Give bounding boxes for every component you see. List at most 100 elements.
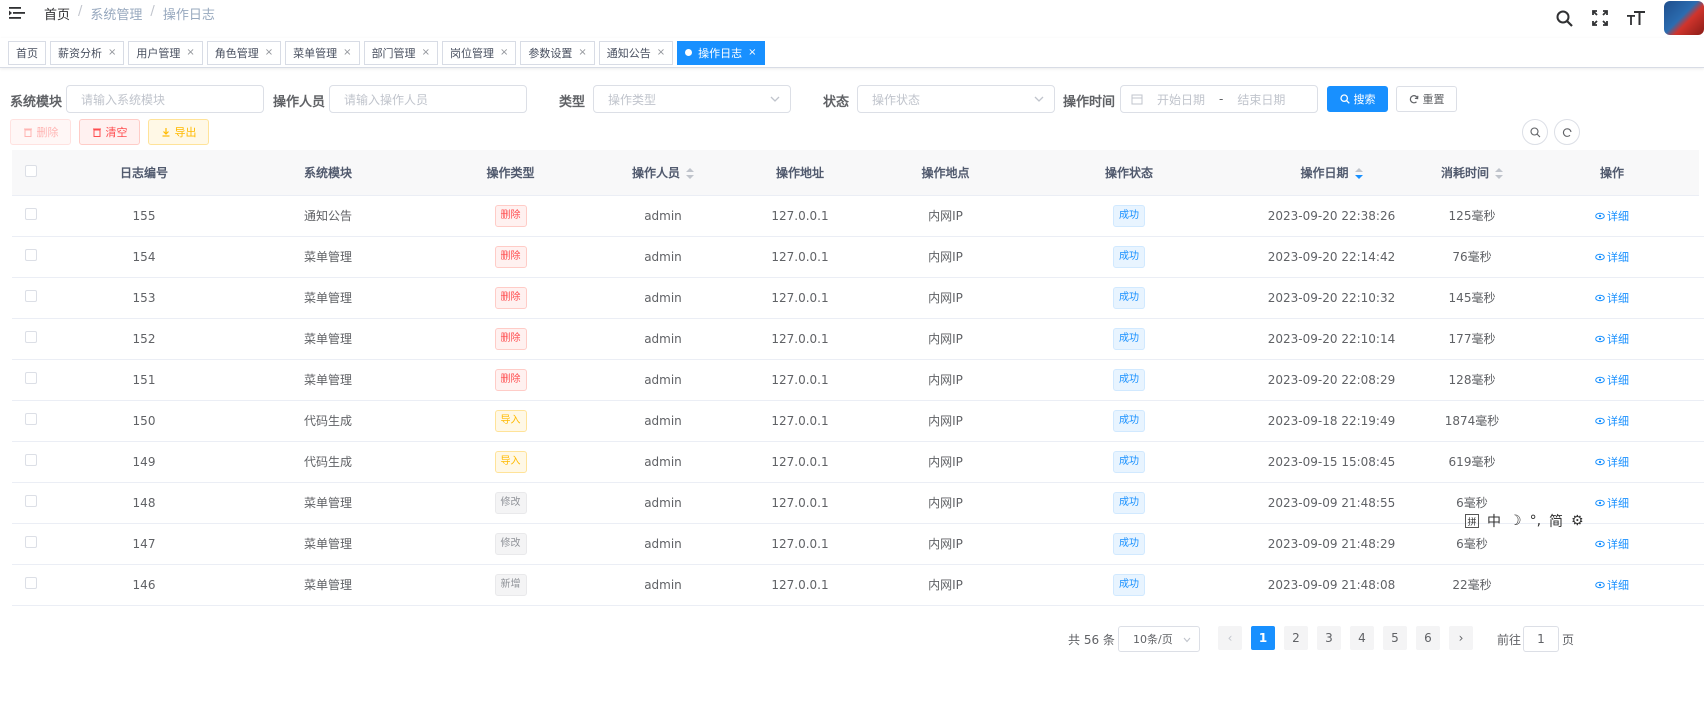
operator-input[interactable]: 请输入操作人员 [329, 85, 527, 113]
sort-desc-icon[interactable] [1354, 167, 1363, 179]
close-icon[interactable]: × [108, 47, 116, 58]
refresh-table-button[interactable] [1554, 119, 1580, 145]
detail-button[interactable]: 详细 [1595, 577, 1629, 593]
cell-operator: admin [603, 236, 723, 278]
page-3-button[interactable]: 3 [1317, 626, 1341, 650]
cell-type: 删除 [418, 277, 603, 319]
table-row[interactable]: 146 菜单管理 新增 admin 127.0.0.1 内网IP 成功 2023-09-09 … [12, 564, 1704, 606]
detail-button[interactable]: 详细 [1595, 331, 1629, 347]
module-input[interactable]: 请输入系统模块 [66, 85, 264, 113]
row-checkbox[interactable] [25, 249, 37, 261]
hamburger-icon[interactable] [8, 4, 26, 22]
close-icon[interactable]: × [265, 47, 273, 58]
detail-button[interactable]: 详细 [1595, 536, 1629, 552]
eye-icon [1595, 458, 1605, 465]
tag-notice[interactable]: 通知公告 × [598, 40, 674, 65]
table-row[interactable]: 150 代码生成 导入 admin 127.0.0.1 内网IP 成功 2023-09-18 … [12, 400, 1704, 442]
end-date-input[interactable]: 结束日期 [1237, 91, 1285, 108]
detail-button[interactable]: 详细 [1595, 495, 1629, 511]
eye-icon [1595, 540, 1605, 547]
status-select[interactable]: 操作状态 [857, 85, 1055, 113]
reset-button[interactable]: 重置 [1396, 86, 1457, 112]
font-size-icon[interactable] [1618, 3, 1654, 33]
row-checkbox[interactable] [25, 290, 37, 302]
col-operator[interactable]: 操作人员 [603, 150, 723, 196]
cell-location: 内网IP [877, 564, 1014, 606]
fullscreen-icon[interactable] [1582, 3, 1618, 33]
tag-user-management[interactable]: 用户管理 × [128, 40, 203, 65]
detail-button[interactable]: 详细 [1595, 290, 1629, 306]
start-date-input[interactable]: 开始日期 [1157, 91, 1205, 108]
ime-moon-icon[interactable]: ☽ [1509, 513, 1522, 529]
toggle-search-button[interactable] [1522, 119, 1548, 145]
row-checkbox[interactable] [25, 495, 37, 507]
tag-home[interactable]: 首页 [8, 40, 46, 65]
close-icon[interactable]: × [343, 47, 351, 58]
row-checkbox[interactable] [25, 454, 37, 466]
search-button[interactable]: 搜索 [1327, 86, 1388, 112]
close-icon[interactable]: × [748, 47, 756, 58]
delete-button[interactable]: 删除 [10, 119, 71, 145]
table-row[interactable]: 153 菜单管理 删除 admin 127.0.0.1 内网IP 成功 2023-09-20 … [12, 277, 1704, 319]
tag-dept-management[interactable]: 部门管理 × [363, 40, 438, 65]
sort-icon[interactable] [686, 167, 694, 179]
tag-config-settings[interactable]: 参数设置 × [520, 40, 595, 65]
table-row[interactable]: 151 菜单管理 删除 admin 127.0.0.1 内网IP 成功 2023-09-20 … [12, 359, 1704, 401]
row-checkbox[interactable] [25, 536, 37, 548]
col-cost[interactable]: 消耗时间 [1419, 150, 1525, 196]
close-icon[interactable]: × [422, 47, 430, 58]
page-size-select[interactable]: 10条/页 [1118, 626, 1200, 652]
export-button[interactable]: 导出 [148, 119, 209, 145]
table-row[interactable]: 152 菜单管理 删除 admin 127.0.0.1 内网IP 成功 2023-09-20 … [12, 318, 1704, 360]
close-icon[interactable]: × [500, 47, 508, 58]
select-all-checkbox[interactable] [25, 164, 37, 177]
ime-pinyin-icon[interactable]: 拼 [1465, 514, 1479, 528]
tag-role-management[interactable]: 角色管理 × [206, 40, 282, 65]
detail-button[interactable]: 详细 [1595, 454, 1629, 470]
search-icon[interactable] [1546, 3, 1582, 33]
ime-simplified[interactable]: 简 [1549, 511, 1563, 531]
sort-icon[interactable] [1495, 167, 1503, 179]
close-icon[interactable]: × [657, 47, 665, 58]
download-icon [162, 128, 169, 137]
table-row[interactable]: 147 菜单管理 修改 admin 127.0.0.1 内网IP 成功 2023-09-09 … [12, 523, 1704, 565]
row-checkbox[interactable] [25, 372, 37, 384]
page-1-button[interactable]: 1 [1251, 626, 1275, 650]
close-icon[interactable]: × [186, 47, 194, 58]
row-checkbox[interactable] [25, 208, 37, 220]
tag-post-management[interactable]: 岗位管理 × [441, 40, 517, 65]
page-5-button[interactable]: 5 [1383, 626, 1407, 650]
ime-punctuation[interactable]: °, [1530, 513, 1541, 529]
avatar[interactable] [1664, 1, 1704, 35]
ime-settings-icon[interactable]: ⚙ [1571, 513, 1584, 529]
tag-menu-management[interactable]: 菜单管理 × [285, 40, 360, 65]
detail-button[interactable]: 详细 [1595, 208, 1629, 224]
col-actions: 操作 [1525, 150, 1699, 196]
col-date[interactable]: 操作日期 [1244, 150, 1419, 196]
tag-operlog-active[interactable]: 操作日志 × [677, 40, 765, 65]
next-page-button[interactable]: › [1449, 626, 1473, 650]
clear-button[interactable]: 清空 [79, 119, 140, 145]
row-checkbox[interactable] [25, 577, 37, 589]
page-6-button[interactable]: 6 [1416, 626, 1440, 650]
type-select[interactable]: 操作类型 [593, 85, 791, 113]
detail-button[interactable]: 详细 [1595, 413, 1629, 429]
ime-chinese-mode[interactable]: 中 [1487, 511, 1501, 531]
breadcrumb-home[interactable]: 首页 [44, 4, 70, 23]
prev-page-button[interactable]: ‹ [1218, 626, 1242, 650]
table-row[interactable]: 155 通知公告 删除 admin 127.0.0.1 内网IP 成功 2023-09-20 … [12, 195, 1704, 237]
date-range-picker[interactable]: 开始日期 - 结束日期 [1120, 85, 1318, 113]
detail-button[interactable]: 详细 [1595, 372, 1629, 388]
page-4-button[interactable]: 4 [1350, 626, 1374, 650]
tag-salary-analysis[interactable]: 薪资分析 × [50, 40, 125, 65]
close-icon[interactable]: × [578, 47, 586, 58]
cell-cost: 145毫秒 [1419, 277, 1525, 319]
goto-page-input[interactable]: 1 [1523, 626, 1559, 652]
table-row[interactable]: 148 菜单管理 修改 admin 127.0.0.1 内网IP 成功 2023-09-09 … [12, 482, 1704, 524]
table-row[interactable]: 154 菜单管理 删除 admin 127.0.0.1 内网IP 成功 2023-09-20 … [12, 236, 1704, 278]
table-row[interactable]: 149 代码生成 导入 admin 127.0.0.1 内网IP 成功 2023-09-15 … [12, 441, 1704, 483]
row-checkbox[interactable] [25, 413, 37, 425]
row-checkbox[interactable] [25, 331, 37, 343]
detail-button[interactable]: 详细 [1595, 249, 1629, 265]
page-2-button[interactable]: 2 [1284, 626, 1308, 650]
